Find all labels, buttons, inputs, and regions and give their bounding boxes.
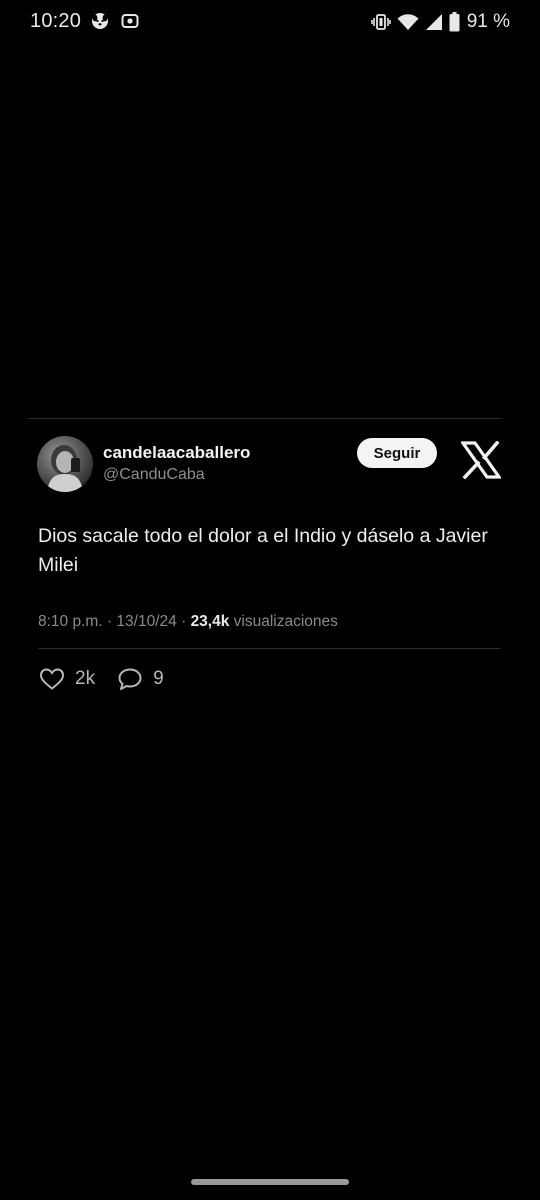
wifi-icon — [397, 13, 419, 31]
signal-icon — [425, 13, 443, 31]
meta-separator: · — [181, 613, 187, 630]
screen: 10:20 91 % candelaacaballero @CanduCaba … — [0, 0, 540, 1200]
camera-icon — [121, 12, 139, 30]
user-handle[interactable]: @CanduCaba — [103, 466, 205, 484]
dog-face-icon — [91, 12, 109, 30]
divider — [38, 648, 500, 649]
meta-separator: · — [106, 613, 113, 630]
tweet-date: 13/10/24 — [116, 613, 177, 630]
status-bar: 10:20 91 % — [0, 0, 540, 44]
status-icons: 91 % — [370, 10, 510, 34]
vibrate-icon — [370, 13, 391, 31]
tweet-meta: 8:10 p.m. · 13/10/24 · 23,4k visualizaci… — [38, 613, 338, 631]
tweet-text: Dios sacale todo el dolor a el Indio y d… — [38, 525, 488, 576]
tweet-card: candelaacaballero @CanduCaba Seguir Dios… — [27, 418, 503, 701]
tweet-actions: 2k 9 — [39, 665, 186, 693]
reply-button[interactable]: 9 — [117, 667, 164, 691]
x-logo-icon — [459, 440, 503, 480]
home-indicator[interactable] — [191, 1179, 349, 1185]
like-count: 2k — [75, 668, 96, 689]
reply-bubble-icon — [117, 667, 143, 691]
reply-count: 9 — [153, 668, 164, 689]
follow-button[interactable]: Seguir — [357, 438, 437, 468]
like-button[interactable]: 2k — [39, 667, 95, 691]
avatar[interactable] — [37, 436, 93, 492]
battery-icon — [449, 12, 460, 32]
views-count: 23,4k — [190, 613, 230, 630]
tweet-time: 8:10 p.m. — [38, 613, 103, 630]
battery-percentage: 91 % — [466, 11, 510, 32]
views-label: visualizaciones — [233, 613, 338, 630]
status-time: 10:20 — [30, 10, 82, 32]
heart-icon — [39, 667, 65, 691]
display-name[interactable]: candelaacaballero — [103, 443, 250, 463]
